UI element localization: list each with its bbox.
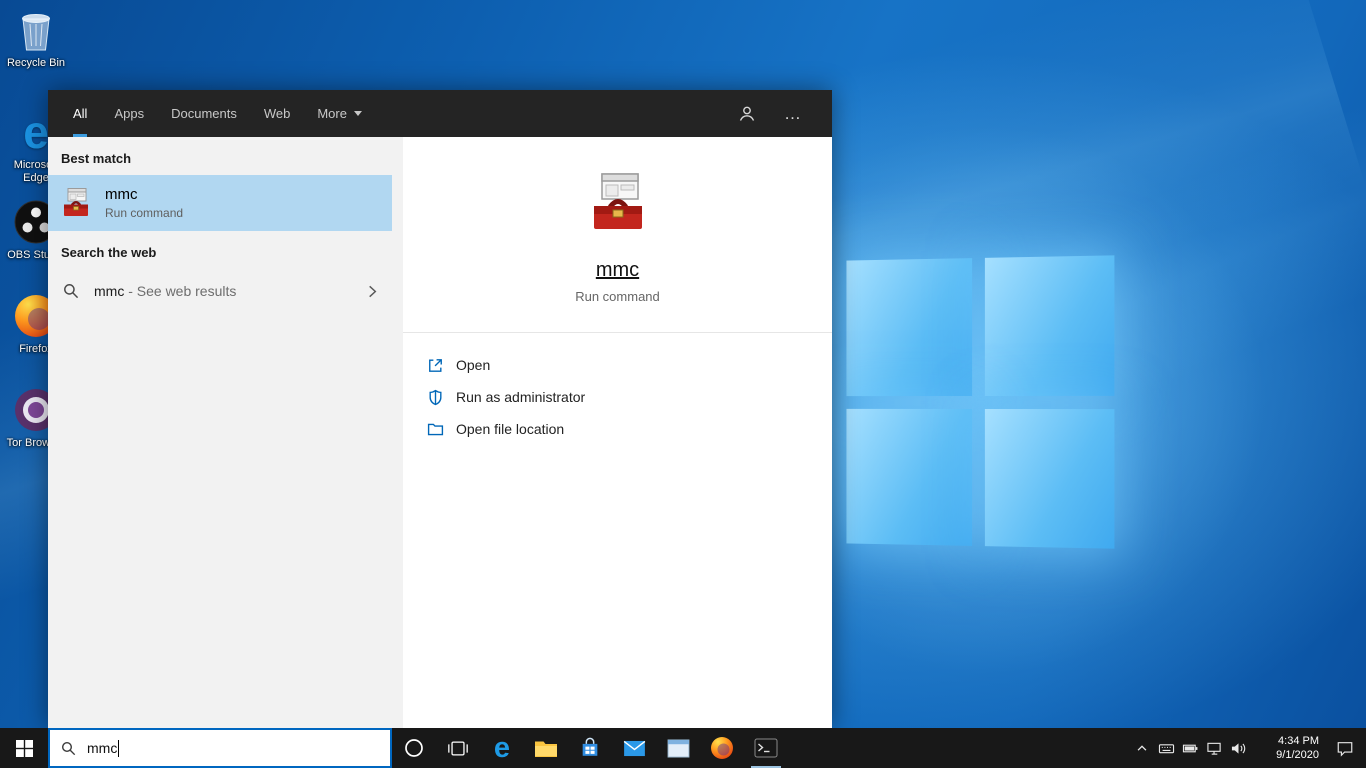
search-header-actions: … <box>738 90 832 137</box>
action-open-file-location[interactable]: Open file location <box>427 413 832 445</box>
taskbar-app-window-button[interactable] <box>656 728 700 768</box>
volume-icon <box>1230 741 1247 756</box>
mmc-toolbox-icon-large <box>586 171 650 235</box>
windows-logo-pane <box>984 255 1115 396</box>
tray-battery-button[interactable] <box>1178 728 1202 768</box>
file-explorer-icon <box>534 738 558 758</box>
desktop-icon-label: Recycle Bin <box>6 57 66 69</box>
cortana-icon <box>404 738 424 758</box>
folder-icon <box>427 421 444 438</box>
result-subtitle: Run command <box>105 206 184 220</box>
preview-actions: Open Run as administrator Open file loca… <box>427 349 832 445</box>
edge-icon: e <box>493 732 511 764</box>
chevron-right-icon[interactable] <box>365 284 380 299</box>
taskbar-store-button[interactable] <box>568 728 612 768</box>
action-run-as-administrator[interactable]: Run as administrator <box>427 381 832 413</box>
best-match-header: Best match <box>61 151 132 166</box>
search-preview-pane: mmc Run command Open Run as administrato… <box>403 137 832 728</box>
tray-volume-button[interactable] <box>1226 728 1250 768</box>
taskbar: mmc e 4:34 PM 9/1/2020 <box>0 728 1366 768</box>
tab-documents[interactable]: Documents <box>171 90 237 137</box>
recycle-bin-icon <box>14 8 58 52</box>
windows-logo-pane <box>984 408 1115 549</box>
windows-logo-pane <box>846 258 972 396</box>
action-center-button[interactable] <box>1324 728 1366 768</box>
clock-time: 4:34 PM <box>1278 735 1319 747</box>
tab-all-label: All <box>73 106 88 121</box>
tab-apps[interactable]: Apps <box>114 90 144 137</box>
cortana-button[interactable] <box>392 728 436 768</box>
tray-show-hidden-icons-button[interactable] <box>1130 728 1154 768</box>
text-caret <box>118 739 120 757</box>
battery-icon <box>1182 741 1199 756</box>
app-window-icon <box>667 738 690 758</box>
preview-title: mmc <box>595 259 640 281</box>
taskbar-mail-button[interactable] <box>612 728 656 768</box>
chevron-down-icon <box>353 111 362 116</box>
web-result-mmc[interactable]: mmc - See web results <box>48 269 392 313</box>
taskbar-edge-button[interactable]: e <box>480 728 524 768</box>
tab-apps-label: Apps <box>114 106 145 121</box>
start-button[interactable] <box>0 728 48 768</box>
action-label: Run as administrator <box>456 389 586 405</box>
tab-documents-label: Documents <box>171 106 237 121</box>
taskbar-firefox-button[interactable] <box>700 728 744 768</box>
taskbar-search-box[interactable]: mmc <box>48 728 392 768</box>
tab-more-label: More <box>317 106 347 121</box>
search-web-header: Search the web <box>61 245 157 260</box>
command-prompt-icon <box>754 738 778 758</box>
tray-network-button[interactable] <box>1202 728 1226 768</box>
clock-date: 9/1/2020 <box>1276 749 1319 761</box>
task-view-button[interactable] <box>436 728 480 768</box>
more-options-icon[interactable]: … <box>784 105 802 122</box>
action-center-icon <box>1336 740 1354 757</box>
action-label: Open <box>456 357 491 373</box>
search-filter-tabs: All Apps Documents Web More … <box>48 90 832 137</box>
tray-keyboard-button[interactable] <box>1154 728 1178 768</box>
account-icon[interactable] <box>738 105 756 123</box>
task-view-icon <box>447 740 469 757</box>
tab-web[interactable]: Web <box>264 90 291 137</box>
preview-top: mmc Run command <box>403 137 832 333</box>
firefox-icon <box>710 736 734 760</box>
divider <box>403 332 832 333</box>
result-title: mmc <box>105 186 138 203</box>
tab-web-label: Web <box>263 106 291 121</box>
search-flyout: All Apps Documents Web More … Best match… <box>48 90 832 728</box>
chevron-up-icon <box>1135 741 1149 755</box>
desktop-icon-recycle-bin[interactable]: Recycle Bin <box>0 8 72 70</box>
network-icon <box>1206 741 1223 756</box>
search-icon <box>63 283 79 299</box>
tab-all[interactable]: All <box>73 90 88 137</box>
tray-clock[interactable]: 4:34 PM 9/1/2020 <box>1250 728 1324 768</box>
taskbar-search-input[interactable]: mmc <box>87 740 117 756</box>
taskbar-file-explorer-button[interactable] <box>524 728 568 768</box>
windows-start-icon <box>15 739 33 757</box>
shield-icon <box>427 389 444 406</box>
web-result-text: mmc - See web results <box>94 283 237 299</box>
mmc-toolbox-icon <box>60 187 92 219</box>
search-icon <box>61 741 76 756</box>
windows-logo-pane <box>846 408 972 546</box>
preview-subtitle: Run command <box>575 289 660 304</box>
action-open[interactable]: Open <box>427 349 832 381</box>
tab-more[interactable]: More <box>317 90 362 137</box>
taskbar-command-prompt-button[interactable] <box>744 728 788 768</box>
search-results-list: Best match mmc Run command Search the we… <box>48 137 403 728</box>
microsoft-store-icon <box>579 737 601 759</box>
windows-logo <box>846 255 1115 549</box>
keyboard-icon <box>1158 741 1175 756</box>
mail-icon <box>623 740 646 757</box>
open-icon <box>427 357 444 374</box>
search-results-body: Best match mmc Run command Search the we… <box>48 137 832 728</box>
result-mmc[interactable]: mmc Run command <box>48 175 392 231</box>
taskbar-spacer <box>788 728 1130 768</box>
action-label: Open file location <box>456 421 565 437</box>
screen: Recycle Bin e Microsoft Edge OBS Studio <box>0 0 1366 768</box>
